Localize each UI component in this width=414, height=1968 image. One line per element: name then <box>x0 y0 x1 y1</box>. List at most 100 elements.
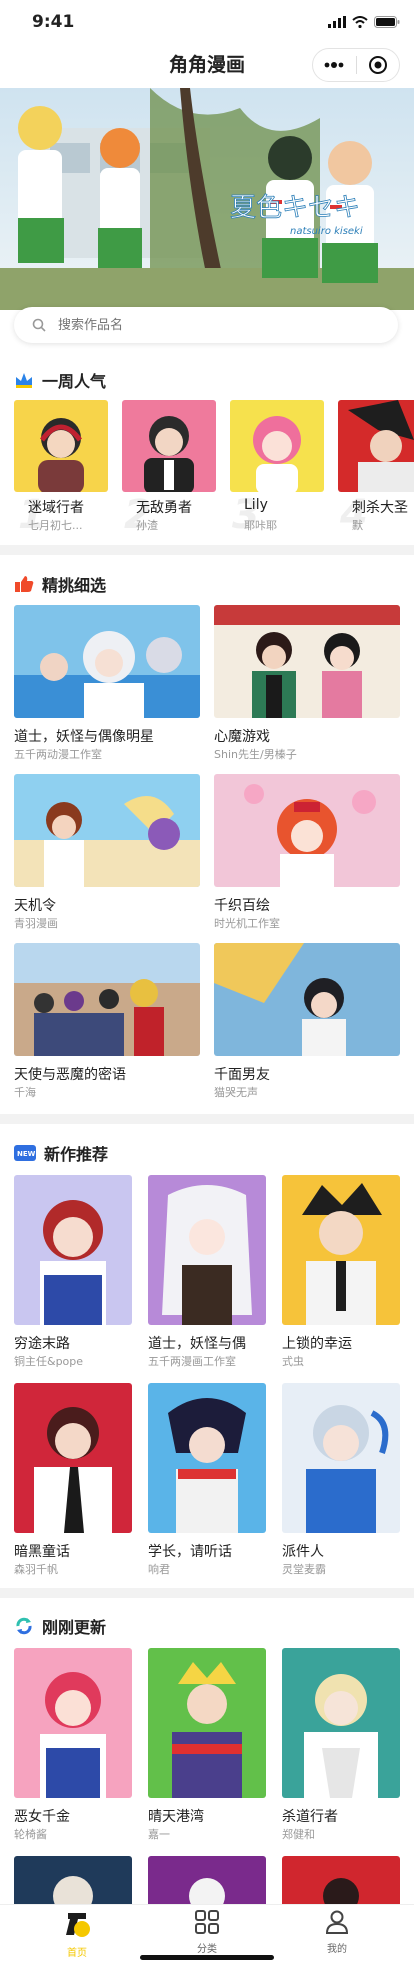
tab-home[interactable]: 首页 <box>37 1909 117 1959</box>
comic-title: 晴天港湾 <box>148 1809 204 1825</box>
comic-title: 道士，妖怪与偶像明星 <box>14 729 154 745</box>
comic-title: 杀道行者 <box>282 1809 338 1825</box>
comic-author: 五千两漫画工作室 <box>148 1355 236 1368</box>
picks-cover[interactable] <box>14 943 200 1056</box>
search-bar[interactable] <box>14 307 398 343</box>
section-divider <box>0 1588 414 1598</box>
signal-icon <box>328 16 346 28</box>
tab-home-label: 首页 <box>67 1948 87 1959</box>
updated-cover[interactable] <box>282 1856 400 1904</box>
weekly-cover[interactable] <box>338 400 414 492</box>
comic-title: 恶女千金 <box>14 1809 70 1825</box>
comic-author: 灵堂麦霸 <box>282 1563 326 1576</box>
comic-title: 千织百绘 <box>214 898 270 914</box>
weekly-cover[interactable] <box>230 400 324 492</box>
new-cover[interactable] <box>14 1175 132 1325</box>
new-cover[interactable] <box>282 1383 400 1533</box>
new-cover[interactable] <box>148 1383 266 1533</box>
comic-title: 心魔游戏 <box>214 729 270 745</box>
section-title: 新作推荐 <box>44 1145 109 1164</box>
updated-cover[interactable] <box>14 1648 132 1798</box>
comic-author: 嘉一 <box>148 1828 170 1841</box>
mini-program-capsule <box>312 48 400 82</box>
updated-cover[interactable] <box>14 1856 132 1904</box>
comic-author: 耶咔耶 <box>244 519 277 532</box>
section-header-new: NEW 新作推荐 <box>14 1141 108 1165</box>
section-title: 一周人气 <box>42 372 107 391</box>
picks-cover[interactable] <box>214 943 400 1056</box>
picks-cover[interactable] <box>14 774 200 887</box>
status-icons <box>328 16 400 28</box>
comic-title: 派件人 <box>282 1544 324 1560</box>
new-cover[interactable] <box>148 1175 266 1325</box>
updated-cover[interactable] <box>148 1856 266 1904</box>
section-header-picks: 精挑细选 <box>14 572 106 596</box>
section-title: 刚刚更新 <box>42 1618 107 1637</box>
more-button[interactable] <box>313 49 356 81</box>
search-input[interactable] <box>56 316 360 334</box>
search-icon <box>32 318 46 332</box>
comic-author: 七月初七... <box>28 519 83 532</box>
comic-title: 千面男友 <box>214 1067 270 1083</box>
comic-author: 郑健和 <box>282 1828 315 1841</box>
picks-cover[interactable] <box>14 605 200 718</box>
tab-category-label: 分类 <box>197 1944 217 1955</box>
comic-author: 森羽千帆 <box>14 1563 58 1576</box>
more-dots-icon <box>324 62 344 68</box>
crown-icon <box>16 373 32 388</box>
comic-author: Shin先生/男榛子 <box>214 748 297 761</box>
wifi-icon <box>352 16 368 28</box>
comic-author: 响君 <box>148 1563 170 1576</box>
comic-author: 千海 <box>14 1086 36 1099</box>
comic-author: 轮椅酱 <box>14 1828 47 1841</box>
updated-cover[interactable] <box>148 1648 266 1798</box>
section-divider <box>0 545 414 555</box>
comic-title: 天机令 <box>14 898 56 914</box>
user-profile-icon <box>325 1910 349 1934</box>
comic-author: 孙渣 <box>136 519 158 532</box>
banner-logo-text: 夏色キセキ <box>230 193 360 223</box>
thumbs-up-icon <box>15 576 34 592</box>
comic-author: 五千两动漫工作室 <box>14 748 102 761</box>
svg-text:NEW: NEW <box>17 1150 36 1158</box>
section-header-weekly: 一周人气 <box>14 368 106 392</box>
status-bar: 9:41 <box>0 0 414 44</box>
comic-author: 青羽漫画 <box>14 917 58 930</box>
banner-image: 夏色キセキ natsuiro kiseki <box>0 88 414 310</box>
section-title: 精挑细选 <box>42 576 107 595</box>
comic-title: Lily <box>244 497 268 513</box>
weekly-cover[interactable] <box>122 400 216 492</box>
picks-cover[interactable] <box>214 774 400 887</box>
comic-title: 无敌勇者 <box>136 500 192 516</box>
comic-title: 暗黑童话 <box>14 1544 70 1560</box>
new-cover[interactable] <box>14 1383 132 1533</box>
tab-mine[interactable]: 我的 <box>297 1909 377 1955</box>
comic-title: 刺杀大圣 <box>352 500 408 516</box>
battery-icon <box>374 16 400 28</box>
section-header-updated: 刚刚更新 <box>14 1614 106 1638</box>
updated-cover[interactable] <box>282 1648 400 1798</box>
nav-bar: 角角漫画 <box>0 44 414 84</box>
home-indicator <box>140 1955 274 1960</box>
close-miniprogram-button[interactable] <box>357 49 400 81</box>
comic-author: 式虫 <box>282 1355 304 1368</box>
comic-author: 铜主任&pope <box>14 1355 84 1368</box>
new-badge-icon: NEW <box>14 1145 36 1161</box>
comic-author: 猫哭无声 <box>214 1086 258 1099</box>
banner-carousel[interactable]: 夏色キセキ natsuiro kiseki <box>0 88 414 310</box>
new-cover[interactable] <box>282 1175 400 1325</box>
comic-title: 道士，妖怪与偶 <box>148 1336 246 1352</box>
comic-title: 迷域行者 <box>28 500 84 516</box>
comic-title: 穷途末路 <box>14 1336 70 1352</box>
comic-title: 学长，请听话 <box>148 1544 232 1560</box>
banner-logo-subtext: natsuiro kiseki <box>290 226 363 237</box>
tab-category[interactable]: 分类 <box>167 1909 247 1955</box>
section-divider <box>0 1114 414 1124</box>
comic-author: 默 <box>352 519 363 532</box>
weekly-cover[interactable] <box>14 400 108 492</box>
tab-mine-label: 我的 <box>327 1944 347 1955</box>
comic-author: 时光机工作室 <box>214 917 280 930</box>
comic-title: 天使与恶魔的密语 <box>14 1067 126 1083</box>
status-time: 9:41 <box>32 12 75 32</box>
picks-cover[interactable] <box>214 605 400 718</box>
